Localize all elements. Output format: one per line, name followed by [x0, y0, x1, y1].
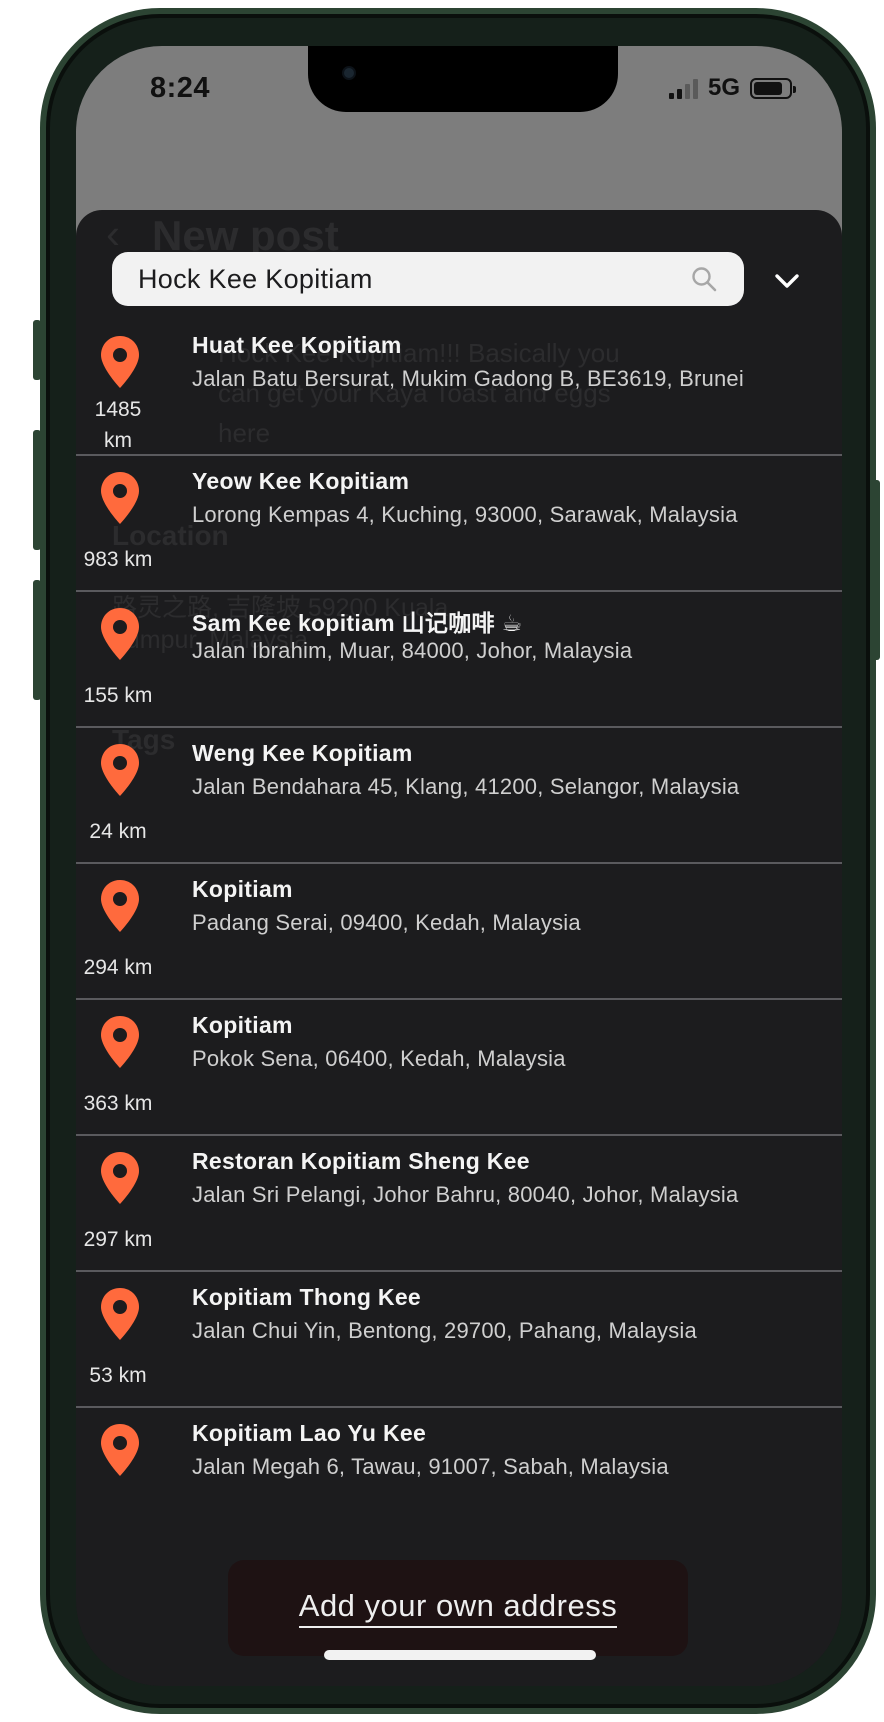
result-name: Kopitiam [192, 876, 293, 902]
result-name: Sam Kee kopitiam 山记咖啡 ☕ [192, 610, 523, 636]
status-indicators: 5G [668, 74, 796, 102]
result-distance: 983 km [83, 548, 153, 571]
location-pin-icon [98, 878, 142, 934]
result-name: Kopitiam [192, 1012, 293, 1038]
result-distance: 294 km [83, 956, 153, 979]
side-button-volume-down [33, 580, 41, 700]
search-row [112, 252, 812, 308]
location-pin-icon [98, 1014, 142, 1070]
location-result-row[interactable]: Kopitiam Lao Yu Kee Jalan Megah 6, Tawau,… [76, 1408, 842, 1544]
location-result-row[interactable]: 24 km Weng Kee Kopitiam Jalan Bendahara 45… [76, 728, 842, 864]
side-button-power [872, 480, 880, 660]
result-distance: 1485 km [76, 394, 160, 456]
result-address: Jalan Sri Pelangi, Johor Bahru, 80040, J… [192, 1182, 739, 1207]
result-name: Yeow Kee Kopitiam [192, 468, 410, 494]
result-distance: 155 km [83, 684, 153, 707]
side-button-mute [33, 320, 41, 380]
result-address: Jalan Megah 6, Tawau, 91007, Sabah, Mala… [192, 1454, 669, 1479]
result-name: Restoran Kopitiam Sheng Kee [192, 1148, 530, 1174]
location-pin-icon [98, 470, 142, 526]
location-result-row[interactable]: 294 km Kopitiam Padang Serai, 09400, Kedah… [76, 864, 842, 1000]
chevron-down-icon[interactable] [770, 264, 804, 298]
location-pin-icon [98, 1150, 142, 1206]
result-address: Jalan Chui Yin, Bentong, 29700, Pahang, … [192, 1318, 697, 1343]
result-distance: 297 km [83, 1228, 153, 1251]
status-time: 8:24 [150, 72, 211, 104]
result-distance-line: km [104, 429, 132, 452]
location-search-sheet: ‹ New post Hock Kee Kopitiam!!! Basicall… [76, 210, 842, 1686]
location-pin-icon [98, 1286, 142, 1342]
camera-dot [342, 66, 356, 80]
screen: 8:24 5G ‹ New post Hock Kee Kopitiam!!! … [76, 46, 842, 1686]
result-address: Jalan Ibrahim, Muar, 84000, Johor, Malay… [192, 638, 633, 663]
add-own-address-button[interactable]: Add your own address [228, 1560, 688, 1656]
result-name: Weng Kee Kopitiam [192, 740, 413, 766]
result-address: Padang Serai, 09400, Kedah, Malaysia [192, 910, 581, 935]
result-address: Pokok Sena, 06400, Kedah, Malaysia [192, 1046, 566, 1071]
bg-back-chevron-icon: ‹ [106, 210, 120, 257]
location-result-row[interactable]: 983 km Yeow Kee Kopitiam Lorong Kempas 4, … [76, 456, 842, 592]
location-result-row[interactable]: 297 km Restoran Kopitiam Sheng Kee Jalan S… [76, 1136, 842, 1272]
result-distance: 53 km [89, 1364, 147, 1387]
result-address: Jalan Bendahara 45, Klang, 41200, Selang… [192, 774, 740, 799]
location-pin-icon [98, 334, 142, 390]
search-field[interactable] [112, 252, 744, 306]
result-address: Lorong Kempas 4, Kuching, 93000, Sarawak… [192, 502, 738, 527]
side-button-volume-up [33, 430, 41, 550]
location-result-row[interactable]: 155 km Sam Kee kopitiam 山记咖啡 ☕ Jalan Ibrah… [76, 592, 842, 728]
location-pin-icon [98, 606, 142, 662]
location-result-row[interactable]: 1485 km Huat Kee Kopitiam Jalan Batu Bersur… [76, 320, 842, 456]
home-indicator[interactable] [324, 1650, 596, 1660]
search-input[interactable] [138, 252, 678, 306]
network-label: 5G [707, 74, 740, 101]
result-distance-line: 1485 [94, 398, 142, 421]
location-pin-icon [98, 1422, 142, 1478]
location-pin-icon [98, 742, 142, 798]
signal-icon [668, 77, 698, 99]
notch [308, 46, 618, 112]
result-name: Huat Kee Kopitiam [192, 332, 402, 358]
location-result-row[interactable]: 53 km Kopitiam Thong Kee Jalan Chui Yin, B… [76, 1272, 842, 1408]
search-icon[interactable] [690, 265, 718, 293]
battery-icon [750, 77, 796, 99]
result-name: Kopitiam Lao Yu Kee [192, 1420, 427, 1446]
result-address: Jalan Batu Bersurat, Mukim Gadong B, BE3… [192, 366, 744, 391]
location-result-row[interactable]: 363 km Kopitiam Pokok Sena, 06400, Kedah, … [76, 1000, 842, 1136]
result-name: Kopitiam Thong Kee [192, 1284, 422, 1310]
results-list: 1485 km Huat Kee Kopitiam Jalan Batu Bersur… [76, 320, 842, 1544]
add-own-address-label: Add your own address [298, 1588, 618, 1628]
result-distance: 24 km [89, 820, 147, 843]
result-distance: 363 km [83, 1092, 153, 1115]
